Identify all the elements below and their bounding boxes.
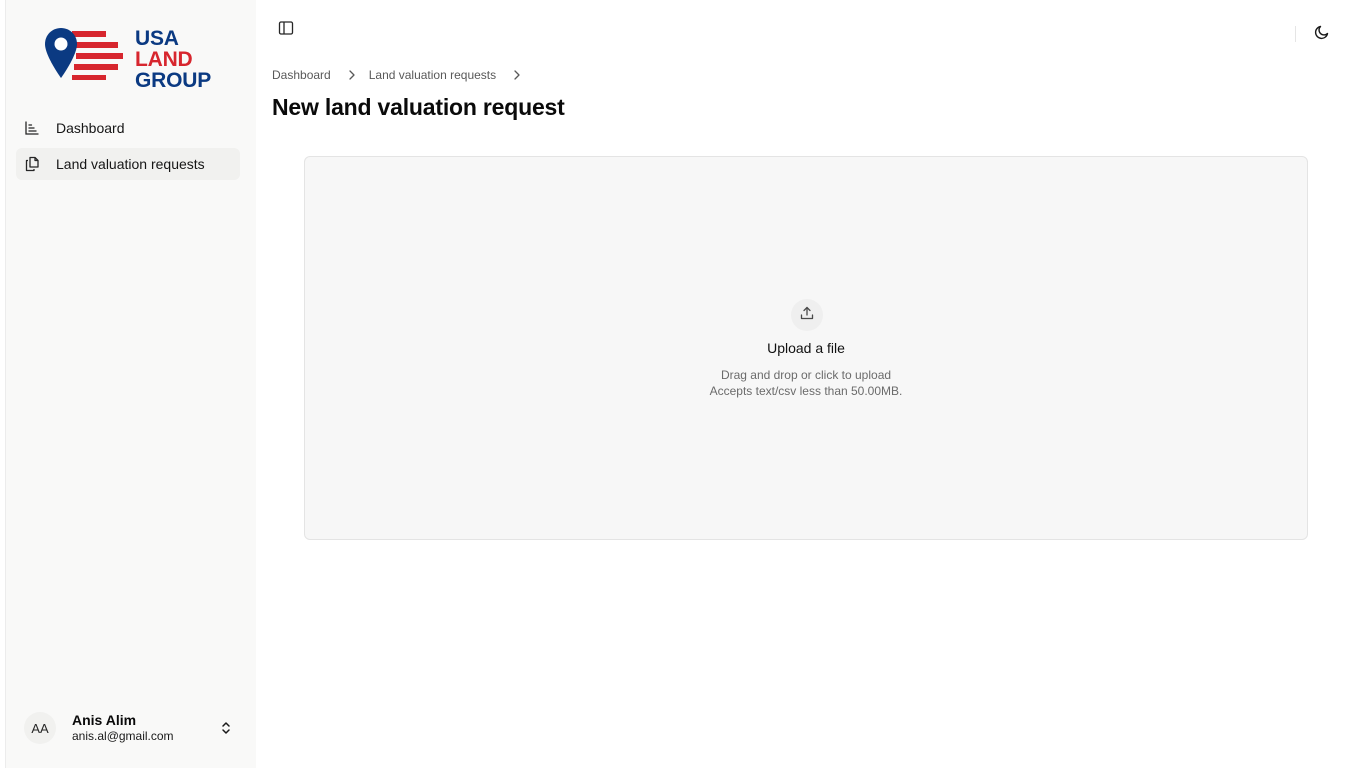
page-title: New land valuation request	[272, 94, 565, 120]
sidebar-item-label: Dashboard	[56, 120, 125, 136]
upload-hint: Drag and drop or click to upload Accepts…	[305, 367, 1307, 399]
breadcrumb-item-land-valuation-requests[interactable]: Land valuation requests	[369, 68, 496, 82]
file-upload-dropzone[interactable]: Upload a file Drag and drop or click to …	[304, 156, 1308, 540]
theme-toggle-button[interactable]	[1310, 22, 1334, 46]
upload-hint-line: Accepts text/csv less than 50.00MB.	[709, 384, 903, 398]
user-name: Anis Alim	[72, 711, 137, 728]
sidebar-item-label: Land valuation requests	[56, 156, 205, 172]
chevron-right-icon	[510, 68, 524, 82]
main-content: Dashboard Land valuation requests New la…	[256, 0, 1366, 768]
upload-icon	[799, 305, 815, 326]
chevron-right-icon	[345, 68, 359, 82]
upload-hint-line: Drag and drop or click to upload	[720, 368, 892, 382]
panel-left-icon	[278, 20, 294, 41]
brand-line-group: GROUP	[135, 69, 212, 92]
sidebar-nav: Dashboard Land valuation requests	[16, 112, 240, 184]
user-email: anis.al@gmail.com	[72, 728, 174, 743]
sidebar-item-dashboard[interactable]: Dashboard	[16, 112, 240, 144]
moon-icon	[1314, 24, 1330, 45]
upload-icon-badge	[791, 299, 823, 331]
map-pin-flag-icon	[45, 28, 123, 80]
header-divider	[1295, 26, 1296, 42]
avatar: AA	[24, 712, 56, 744]
sidebar: USA LAND GROUP Dashboard Land valuation …	[6, 0, 256, 768]
upload-title: Upload a file	[767, 340, 845, 356]
brand-line-usa: USA	[135, 27, 179, 50]
sidebar-toggle-button[interactable]	[274, 18, 298, 42]
chevrons-up-down-icon	[218, 720, 234, 736]
sidebar-item-land-valuation-requests[interactable]: Land valuation requests	[16, 148, 240, 180]
brand-wordmark: USA LAND GROUP	[135, 28, 211, 91]
app-root: USA LAND GROUP Dashboard Land valuation …	[0, 0, 1366, 768]
bar-chart-icon	[24, 120, 40, 136]
breadcrumb-item-dashboard[interactable]: Dashboard	[272, 68, 331, 82]
user-menu[interactable]: AA Anis Alim anis.al@gmail.com	[16, 704, 240, 752]
user-info: Anis Alim anis.al@gmail.com	[72, 712, 174, 745]
brand-logo[interactable]: USA LAND GROUP	[44, 26, 214, 91]
brand-line-land: LAND	[135, 48, 193, 71]
files-icon	[24, 156, 40, 172]
breadcrumb: Dashboard Land valuation requests	[272, 68, 534, 82]
